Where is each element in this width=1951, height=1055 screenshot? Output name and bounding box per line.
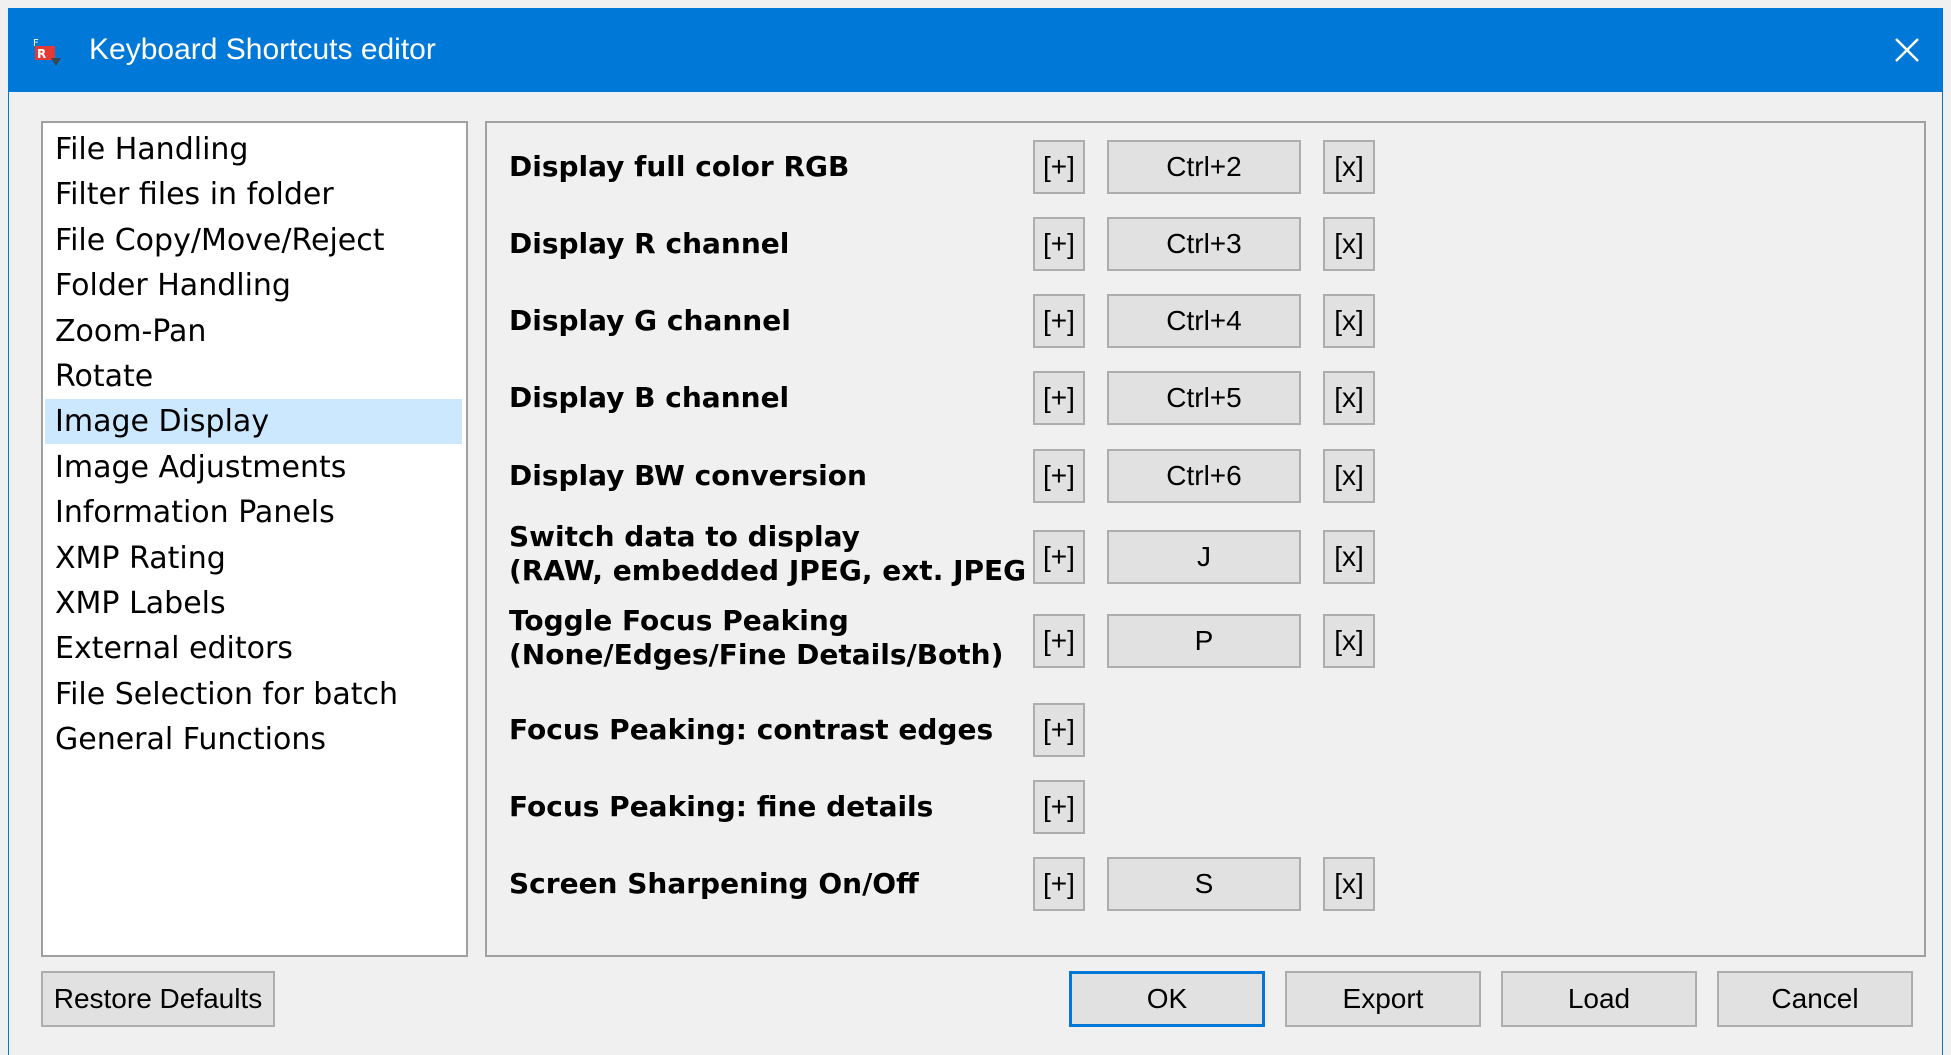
- load-button[interactable]: Load: [1501, 971, 1697, 1027]
- shortcut-row: Display full color RGB [+] Ctrl+2 [x]: [487, 137, 1924, 197]
- svg-text:R: R: [37, 47, 46, 61]
- shortcut-label: Screen Sharpening On/Off: [509, 867, 919, 900]
- app-logo-icon: F R: [31, 34, 67, 70]
- add-shortcut-button[interactable]: [+]: [1033, 530, 1085, 584]
- shortcut-key-button[interactable]: P: [1107, 614, 1301, 668]
- shortcut-label: Toggle Focus Peaking (None/Edges/Fine De…: [509, 604, 1004, 671]
- add-shortcut-button[interactable]: [+]: [1033, 140, 1085, 194]
- add-shortcut-button[interactable]: [+]: [1033, 371, 1085, 425]
- add-shortcut-button[interactable]: [+]: [1033, 703, 1085, 757]
- shortcut-key-button[interactable]: Ctrl+5: [1107, 371, 1301, 425]
- category-item[interactable]: General Functions: [45, 717, 462, 762]
- shortcut-label: Switch data to display (RAW, embedded JP…: [509, 520, 1027, 587]
- restore-defaults-button[interactable]: Restore Defaults: [41, 971, 275, 1027]
- shortcut-label: Display G channel: [509, 304, 791, 337]
- remove-shortcut-button[interactable]: [x]: [1323, 449, 1375, 503]
- shortcut-panel: Display full color RGB [+] Ctrl+2 [x] Displa…: [485, 121, 1926, 957]
- shortcut-key-button[interactable]: Ctrl+2: [1107, 140, 1301, 194]
- shortcut-label: Display R channel: [509, 227, 790, 260]
- add-shortcut-button[interactable]: [+]: [1033, 614, 1085, 668]
- shortcut-row: Toggle Focus Peaking (None/Edges/Fine De…: [487, 604, 1924, 671]
- export-button[interactable]: Export: [1285, 971, 1481, 1027]
- remove-shortcut-button[interactable]: [x]: [1323, 530, 1375, 584]
- shortcut-row: Display G channel [+] Ctrl+4 [x]: [487, 291, 1924, 351]
- category-item[interactable]: Filter files in folder: [45, 172, 462, 217]
- category-item[interactable]: Zoom-Pan: [45, 309, 462, 354]
- add-shortcut-button[interactable]: [+]: [1033, 857, 1085, 911]
- category-item[interactable]: XMP Labels: [45, 581, 462, 626]
- add-shortcut-button[interactable]: [+]: [1033, 217, 1085, 271]
- shortcut-row: Display BW conversion [+] Ctrl+6 [x]: [487, 446, 1924, 506]
- category-item[interactable]: External editors: [45, 626, 462, 671]
- window-title: Keyboard Shortcuts editor: [89, 33, 436, 66]
- category-item[interactable]: XMP Rating: [45, 536, 462, 581]
- category-item[interactable]: Rotate: [45, 354, 462, 399]
- shortcut-row: Screen Sharpening On/Off [+] S [x]: [487, 854, 1924, 914]
- shortcut-label: Display B channel: [509, 381, 790, 414]
- remove-shortcut-button[interactable]: [x]: [1323, 140, 1375, 194]
- shortcut-label: Display BW conversion: [509, 459, 867, 492]
- shortcut-key-button[interactable]: Ctrl+4: [1107, 294, 1301, 348]
- category-item[interactable]: Image Display: [45, 399, 462, 445]
- shortcuts-editor-window: F R Keyboard Shortcuts editor File Handl…: [8, 8, 1943, 1055]
- add-shortcut-button[interactable]: [+]: [1033, 294, 1085, 348]
- close-icon: [1895, 38, 1919, 62]
- shortcut-key-button[interactable]: Ctrl+3: [1107, 217, 1301, 271]
- category-item[interactable]: File Handling: [45, 127, 462, 172]
- cancel-button[interactable]: Cancel: [1717, 971, 1913, 1027]
- remove-shortcut-button[interactable]: [x]: [1323, 294, 1375, 348]
- shortcut-row: Display B channel [+] Ctrl+5 [x]: [487, 368, 1924, 428]
- category-item[interactable]: File Copy/Move/Reject: [45, 218, 462, 263]
- add-shortcut-button[interactable]: [+]: [1033, 780, 1085, 834]
- category-item[interactable]: Image Adjustments: [45, 445, 462, 490]
- shortcut-label: Display full color RGB: [509, 150, 850, 183]
- title-bar[interactable]: F R Keyboard Shortcuts editor: [9, 8, 1942, 92]
- shortcut-row: Focus Peaking: fine details [+]: [487, 777, 1924, 837]
- category-item[interactable]: Folder Handling: [45, 263, 462, 308]
- add-shortcut-button[interactable]: [+]: [1033, 449, 1085, 503]
- category-item[interactable]: Information Panels: [45, 490, 462, 535]
- shortcut-row: Focus Peaking: contrast edges [+]: [487, 700, 1924, 760]
- close-button[interactable]: [1872, 8, 1942, 92]
- ok-button[interactable]: OK: [1069, 971, 1265, 1027]
- shortcut-key-button[interactable]: Ctrl+6: [1107, 449, 1301, 503]
- shortcut-key-button[interactable]: S: [1107, 857, 1301, 911]
- remove-shortcut-button[interactable]: [x]: [1323, 614, 1375, 668]
- remove-shortcut-button[interactable]: [x]: [1323, 217, 1375, 271]
- remove-shortcut-button[interactable]: [x]: [1323, 371, 1375, 425]
- shortcut-key-button[interactable]: J: [1107, 530, 1301, 584]
- shortcut-label: Focus Peaking: contrast edges: [509, 713, 994, 746]
- category-list[interactable]: File Handling Filter files in folder File …: [41, 121, 468, 957]
- category-item[interactable]: File Selection for batch: [45, 672, 462, 717]
- shortcut-row: Display R channel [+] Ctrl+3 [x]: [487, 214, 1924, 274]
- remove-shortcut-button[interactable]: [x]: [1323, 857, 1375, 911]
- shortcut-label: Focus Peaking: fine details: [509, 790, 934, 823]
- shortcut-row: Switch data to display (RAW, embedded JP…: [487, 520, 1924, 587]
